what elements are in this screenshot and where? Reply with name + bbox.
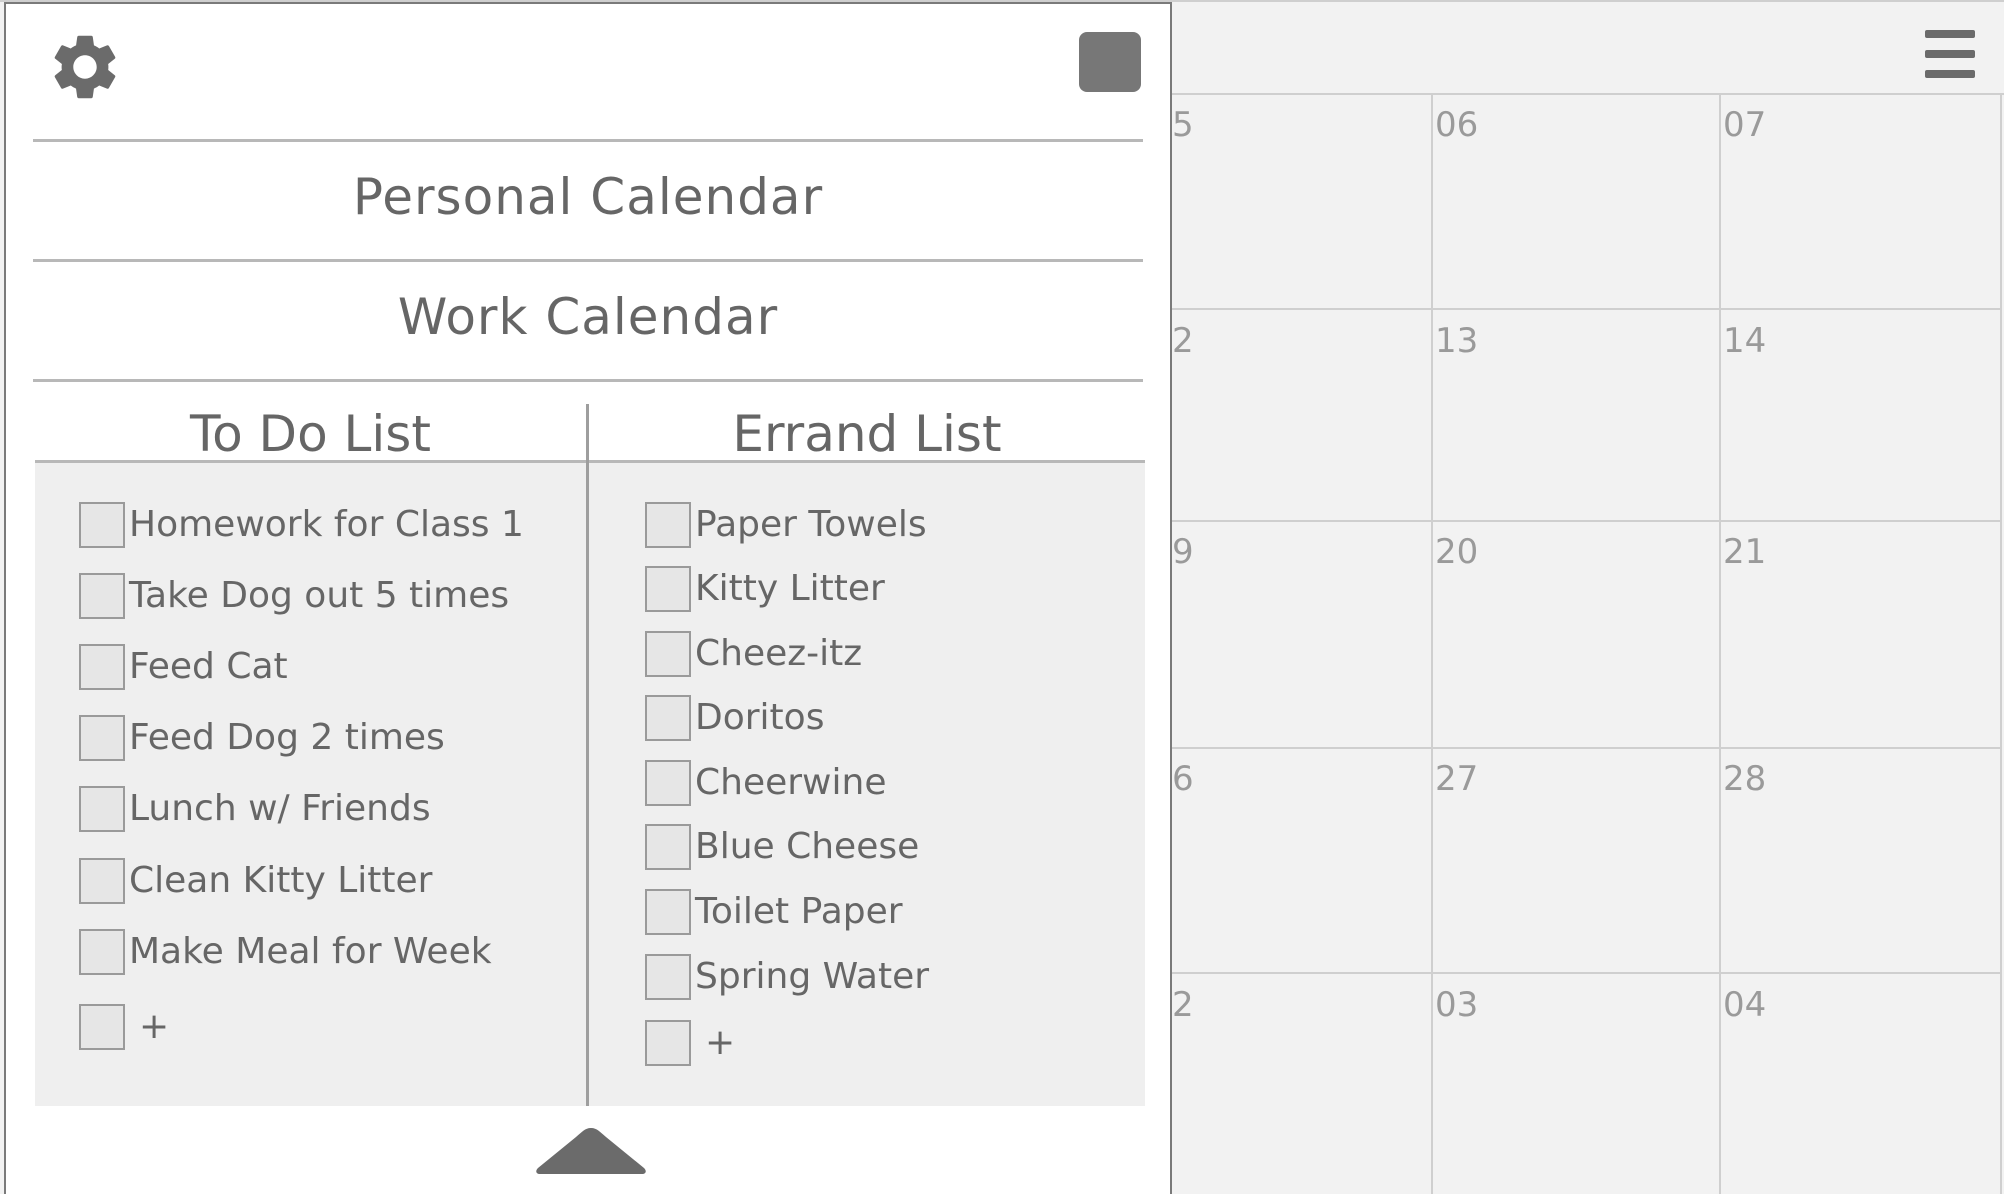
todo-item[interactable]: Make Meal for Week (79, 927, 492, 977)
day-cell-number[interactable]: 06 (1435, 108, 1478, 142)
app-root: 5 2 9 6 2 06 13 20 27 03 07 14 21 28 04 … (0, 0, 2004, 1194)
settings-button[interactable] (46, 28, 124, 106)
errand-item[interactable]: Doritos (645, 693, 824, 743)
menu-bar-icon (1925, 70, 1975, 78)
errand-checkbox[interactable] (645, 695, 691, 741)
todo-item-label: Lunch w/ Friends (129, 788, 431, 829)
todo-item[interactable]: Homework for Class 1 (79, 500, 524, 550)
errand-checkbox[interactable] (645, 824, 691, 870)
calendar-column-divider (1431, 93, 1433, 1194)
todo-checkbox[interactable] (79, 502, 125, 548)
errand-item[interactable]: Kitty Litter (645, 564, 885, 614)
todo-item-label: Take Dog out 5 times (129, 575, 510, 616)
calendar-row-divider (1172, 747, 2000, 749)
day-cell-number[interactable]: 04 (1723, 988, 1766, 1022)
work-calendar-link[interactable]: Work Calendar (33, 292, 1143, 342)
errand-item-label: Toilet Paper (695, 891, 903, 932)
day-cell-number[interactable]: 13 (1435, 324, 1478, 358)
add-icon[interactable]: + (139, 1009, 169, 1045)
day-cell-number[interactable]: 5 (1172, 108, 1194, 142)
todo-checkbox[interactable] (79, 858, 125, 904)
panel-divider (33, 139, 1143, 142)
day-cell-number[interactable]: 14 (1723, 324, 1766, 358)
hamburger-menu-button[interactable] (1922, 28, 1978, 80)
todo-item[interactable]: Take Dog out 5 times (79, 571, 509, 621)
todo-add-checkbox[interactable] (79, 1004, 125, 1050)
list-heading-divider (35, 460, 1145, 463)
day-cell-number[interactable]: 2 (1172, 324, 1194, 358)
errand-item-label: Spring Water (695, 956, 930, 997)
day-cell-number[interactable]: 2 (1172, 988, 1194, 1022)
errand-checkbox[interactable] (645, 631, 691, 677)
calendar-column-divider (1719, 93, 1721, 1194)
day-cell-number[interactable]: 21 (1723, 535, 1766, 569)
menu-bar-icon (1925, 30, 1975, 38)
todo-item-label: Feed Dog 2 times (129, 717, 445, 758)
collapse-panel-button[interactable] (534, 1128, 648, 1174)
day-cell-number[interactable]: 07 (1723, 108, 1766, 142)
todo-checkbox[interactable] (79, 573, 125, 619)
day-cell-number[interactable]: 28 (1723, 762, 1766, 796)
errand-item[interactable]: Spring Water (645, 952, 929, 1002)
errand-item-label: Cheerwine (695, 762, 887, 803)
calendar-right-border (2000, 93, 2002, 1194)
side-panel: Personal Calendar Work Calendar To Do Li… (4, 2, 1172, 1194)
errand-add-checkbox[interactable] (645, 1020, 691, 1066)
triangle-up-icon (536, 1128, 646, 1174)
day-cell-number[interactable]: 9 (1172, 535, 1194, 569)
calendar-row-divider (1172, 972, 2000, 974)
add-icon[interactable]: + (705, 1025, 735, 1061)
calendar-row-divider (1172, 520, 2000, 522)
day-cell-number[interactable]: 27 (1435, 762, 1478, 796)
todo-checkbox[interactable] (79, 715, 125, 761)
errand-item[interactable]: Cheez-itz (645, 629, 862, 679)
day-cell-number[interactable]: 03 (1435, 988, 1478, 1022)
errand-item[interactable]: Cheerwine (645, 758, 886, 808)
errand-checkbox[interactable] (645, 889, 691, 935)
calendar-header-divider (1172, 93, 2004, 95)
todo-item-label: Make Meal for Week (129, 931, 492, 972)
color-square-button[interactable] (1079, 32, 1141, 92)
todo-item-label: Feed Cat (129, 646, 288, 687)
errand-checkbox[interactable] (645, 760, 691, 806)
todo-item-label: Homework for Class 1 (129, 504, 524, 545)
menu-bar-icon (1925, 50, 1975, 58)
errand-checkbox[interactable] (645, 566, 691, 612)
errand-checkbox[interactable] (645, 954, 691, 1000)
errand-list-heading: Errand List (732, 405, 1002, 463)
errand-item-label: Cheez-itz (695, 633, 863, 674)
todo-item-label: Clean Kitty Litter (129, 860, 433, 901)
panel-divider (33, 379, 1143, 382)
day-cell-number[interactable]: 6 (1172, 762, 1194, 796)
panel-divider (33, 259, 1143, 262)
todo-checkbox[interactable] (79, 786, 125, 832)
todo-item[interactable]: Feed Dog 2 times (79, 713, 445, 763)
todo-add-item[interactable]: + (79, 1002, 169, 1052)
todo-list-heading: To Do List (190, 405, 431, 463)
todo-checkbox[interactable] (79, 644, 125, 690)
errand-item-label: Doritos (695, 697, 825, 738)
errand-item[interactable]: Toilet Paper (645, 887, 903, 937)
todo-item[interactable]: Feed Cat (79, 642, 288, 692)
todo-item[interactable]: Clean Kitty Litter (79, 856, 432, 906)
errand-item-label: Kitty Litter (695, 568, 885, 609)
errand-item-label: Paper Towels (695, 504, 927, 545)
errand-checkbox[interactable] (645, 502, 691, 548)
list-column-divider (586, 404, 589, 1106)
errand-item-label: Blue Cheese (695, 826, 920, 867)
day-cell-number[interactable]: 20 (1435, 535, 1478, 569)
errand-item[interactable]: Paper Towels (645, 500, 927, 550)
calendar-row-divider (1172, 308, 2000, 310)
errand-item[interactable]: Blue Cheese (645, 822, 919, 872)
todo-item[interactable]: Lunch w/ Friends (79, 784, 431, 834)
todo-checkbox[interactable] (79, 929, 125, 975)
gear-icon (54, 35, 116, 99)
errand-add-item[interactable]: + (645, 1018, 735, 1068)
personal-calendar-link[interactable]: Personal Calendar (33, 172, 1143, 222)
